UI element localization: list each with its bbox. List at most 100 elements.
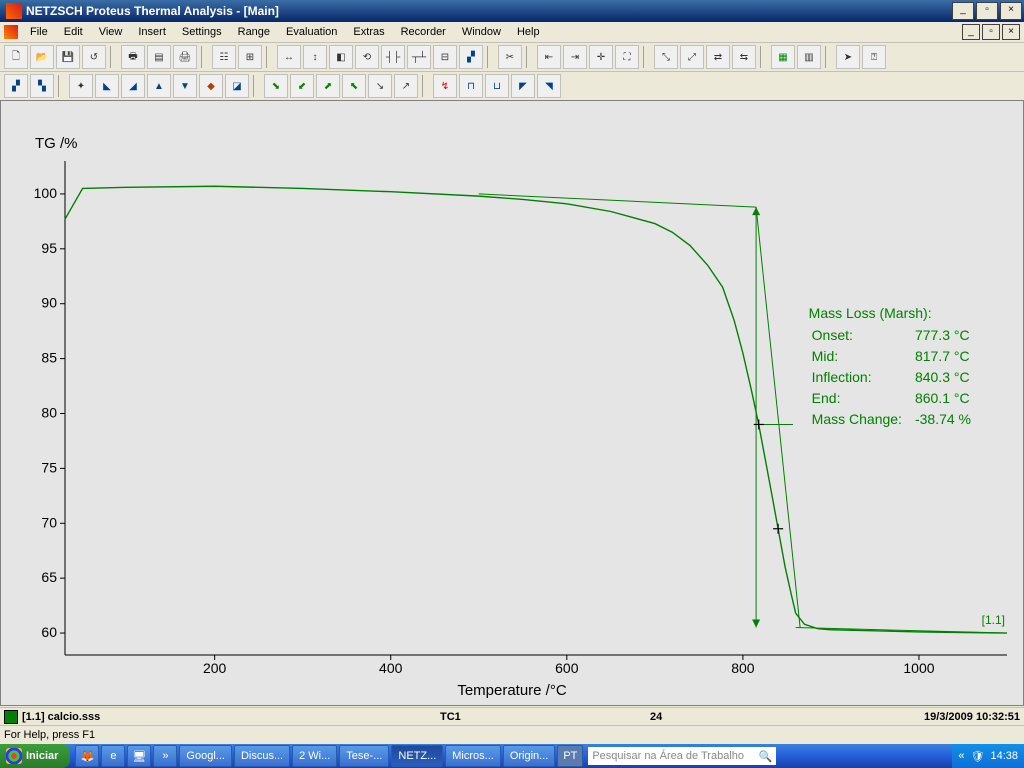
start-button[interactable]: Iniciar	[0, 744, 70, 768]
menu-edit[interactable]: Edit	[56, 24, 91, 40]
mdi-system-icon[interactable]	[4, 25, 18, 39]
segment-icon[interactable]: ⤡	[654, 45, 678, 69]
export-icon[interactable]: ▤	[147, 45, 171, 69]
quicklaunch-desktop-icon[interactable]: 🖥	[127, 745, 151, 767]
scale-icon[interactable]: ⊟	[433, 45, 457, 69]
target-icon[interactable]: ✦	[69, 74, 93, 98]
menu-extras[interactable]: Extras	[345, 24, 392, 40]
tangent-icon[interactable]: ↘	[368, 74, 392, 98]
mdi-restore-button[interactable]: ▫	[982, 24, 1000, 40]
properties-icon[interactable]: ☷	[212, 45, 236, 69]
mass3-icon[interactable]: ⬈	[316, 74, 340, 98]
link2-icon[interactable]: ⇆	[732, 45, 756, 69]
windows-logo-icon	[6, 748, 22, 764]
svg-text:95: 95	[41, 240, 57, 256]
menu-recorder[interactable]: Recorder	[393, 24, 454, 40]
quicklaunch-ie-icon[interactable]: e	[101, 745, 125, 767]
valley-icon[interactable]: ▼	[173, 74, 197, 98]
table-icon[interactable]: ▥	[797, 45, 821, 69]
window-title: NETZSCH Proteus Thermal Analysis - [Main…	[26, 4, 952, 18]
glass1-icon[interactable]: ↯	[433, 74, 457, 98]
taskbar-item[interactable]: Googl...	[179, 745, 232, 767]
cut-icon[interactable]: ✂	[498, 45, 522, 69]
step-icon[interactable]: ◪	[225, 74, 249, 98]
eval2-icon[interactable]: ▚	[30, 74, 54, 98]
svg-text:75: 75	[41, 459, 57, 475]
glass3-icon[interactable]: ⊔	[485, 74, 509, 98]
svg-text:85: 85	[41, 350, 57, 366]
endset-icon[interactable]: ◢	[121, 74, 145, 98]
open-icon[interactable]: 📂	[30, 45, 54, 69]
mdi-minimize-button[interactable]: _	[962, 24, 980, 40]
center-icon[interactable]: ✛	[589, 45, 613, 69]
menu-window[interactable]: Window	[454, 24, 509, 40]
segment2-icon[interactable]: ⤢	[680, 45, 704, 69]
glass2-icon[interactable]: ⊓	[459, 74, 483, 98]
menu-settings[interactable]: Settings	[174, 24, 230, 40]
mass2-icon[interactable]: ⬋	[290, 74, 314, 98]
glass5-icon[interactable]: ◥	[537, 74, 561, 98]
language-indicator[interactable]: PT	[557, 745, 583, 767]
eval1-icon[interactable]: ▞	[4, 74, 28, 98]
zoom-reset-icon[interactable]: ⟲	[355, 45, 379, 69]
maximize-button[interactable]: ▫	[976, 2, 998, 20]
menu-file[interactable]: File	[22, 24, 56, 40]
zoom-box-icon[interactable]: ◧	[329, 45, 353, 69]
axes-icon[interactable]: ⊞	[238, 45, 262, 69]
curve-icon[interactable]: ▞	[459, 45, 483, 69]
peak-icon[interactable]: ▲	[147, 74, 171, 98]
menu-evaluation[interactable]: Evaluation	[278, 24, 345, 40]
search-icon[interactable]: 🔍	[759, 750, 773, 763]
taskbar-item[interactable]: Tese-...	[339, 745, 389, 767]
taskbar-item[interactable]: 2 Wi...	[292, 745, 337, 767]
fit-icon[interactable]: ⛶	[615, 45, 639, 69]
area-icon[interactable]: ◆	[199, 74, 223, 98]
quicklaunch-chevron-icon[interactable]: »	[153, 745, 177, 767]
tray-shield-icon[interactable]: 🛡	[971, 750, 985, 763]
new-icon[interactable]: 🗋	[4, 45, 28, 69]
quicklaunch-firefox-icon[interactable]: 🦊	[75, 745, 99, 767]
tray-chevron-icon[interactable]: «	[958, 750, 964, 762]
menu-view[interactable]: View	[91, 24, 131, 40]
taskbar-item[interactable]: Micros...	[445, 745, 501, 767]
close-button[interactable]: ×	[1000, 2, 1022, 20]
taskbar-item[interactable]: Discus...	[234, 745, 290, 767]
svg-text:800: 800	[731, 660, 755, 676]
snap-h-icon[interactable]: ⇤	[537, 45, 561, 69]
mass1-icon[interactable]: ⬊	[264, 74, 288, 98]
insert-icon[interactable]: ▦	[771, 45, 795, 69]
minimize-button[interactable]: _	[952, 2, 974, 20]
taskbar-item[interactable]: Origin...	[503, 745, 556, 767]
y-axis-label: TG /%	[35, 135, 78, 152]
zoom-x-icon[interactable]: ↔	[277, 45, 301, 69]
desktop-search-input[interactable]: Pesquisar na Área de Trabalho 🔍	[588, 747, 776, 765]
menu-insert[interactable]: Insert	[130, 24, 174, 40]
menu-range[interactable]: Range	[230, 24, 278, 40]
save-icon[interactable]: 💾	[56, 45, 80, 69]
pointer-icon[interactable]: ➤	[836, 45, 860, 69]
mdi-close-button[interactable]: ×	[1002, 24, 1020, 40]
zoom-y-icon[interactable]: ↕	[303, 45, 327, 69]
plot-area[interactable]: 60657075808590951002004006008001000 TG /…	[0, 100, 1024, 706]
onset-icon[interactable]: ◣	[95, 74, 119, 98]
glass4-icon[interactable]: ◤	[511, 74, 535, 98]
start-label: Iniciar	[26, 750, 58, 762]
range-y-icon[interactable]: ┬┴	[407, 45, 431, 69]
svg-text:80: 80	[41, 404, 57, 420]
whatsthis-icon[interactable]: ⍰	[862, 45, 886, 69]
link-icon[interactable]: ⇄	[706, 45, 730, 69]
toolbar-separator	[253, 75, 260, 97]
svg-text:90: 90	[41, 295, 57, 311]
printer-icon[interactable]: 🖨	[173, 45, 197, 69]
annotation-value: 777.3 °C	[914, 326, 981, 345]
tangent2-icon[interactable]: ↗	[394, 74, 418, 98]
menu-help[interactable]: Help	[509, 24, 548, 40]
print-icon[interactable]: 🖶	[121, 45, 145, 69]
svg-text:600: 600	[555, 660, 579, 676]
svg-text:60: 60	[41, 624, 57, 640]
mass4-icon[interactable]: ⬉	[342, 74, 366, 98]
restore-icon[interactable]: ↺	[82, 45, 106, 69]
taskbar-item[interactable]: NETZ...	[391, 745, 443, 767]
snap-v-icon[interactable]: ⇥	[563, 45, 587, 69]
range-x-icon[interactable]: ┤├	[381, 45, 405, 69]
